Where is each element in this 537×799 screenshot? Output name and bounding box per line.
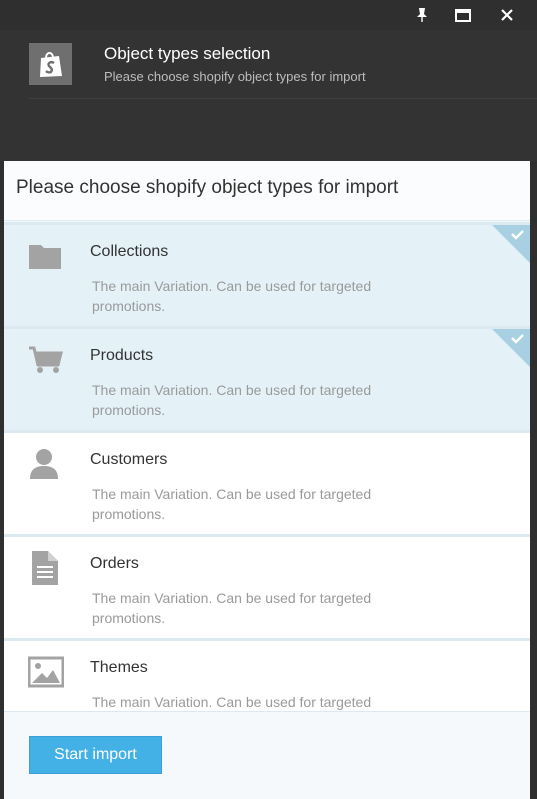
item-label: Products <box>90 347 154 364</box>
list-item-products[interactable]: Products The main Variation. Can be used… <box>4 326 530 430</box>
list-item-customers[interactable]: Customers The main Variation. Can be use… <box>4 430 530 534</box>
shopify-bag-icon <box>39 52 62 77</box>
item-description: The main Variation. Can be used for targ… <box>92 278 372 314</box>
header-subtitle: Please choose shopify object types for i… <box>104 69 366 84</box>
item-description: The main Variation. Can be used for targ… <box>92 694 372 710</box>
image-icon <box>28 656 64 688</box>
header-title: Object types selection <box>104 44 271 63</box>
shopify-logo <box>29 43 72 85</box>
object-type-list[interactable]: Collections The main Variation. Can be u… <box>4 222 530 711</box>
check-icon <box>492 225 530 263</box>
item-label: Orders <box>90 555 139 572</box>
header-divider <box>29 98 537 99</box>
maximize-icon <box>455 8 471 22</box>
check-icon <box>492 329 530 367</box>
window-titlebar <box>0 0 537 30</box>
panel-title-bar: Please choose shopify object types for i… <box>4 161 530 221</box>
wizard-footer: Start import <box>4 711 530 799</box>
item-description: The main Variation. Can be used for targ… <box>92 382 372 418</box>
document-icon <box>32 551 58 585</box>
panel-title: Please choose shopify object types for i… <box>16 177 399 198</box>
list-item-themes[interactable]: Themes The main Variation. Can be used f… <box>4 638 530 711</box>
item-description: The main Variation. Can be used for targ… <box>92 590 372 626</box>
close-icon <box>501 9 513 21</box>
pin-button[interactable] <box>409 4 435 26</box>
folder-icon <box>29 245 61 269</box>
start-import-button[interactable]: Start import <box>29 736 162 774</box>
selection-panel: Please choose shopify object types for i… <box>4 161 530 799</box>
user-icon <box>30 449 58 479</box>
item-label: Customers <box>90 451 168 468</box>
maximize-button[interactable] <box>450 4 476 26</box>
close-button[interactable] <box>494 4 520 26</box>
item-label: Collections <box>90 243 169 260</box>
pin-icon <box>417 8 427 22</box>
list-item-collections[interactable]: Collections The main Variation. Can be u… <box>4 222 530 326</box>
list-item-orders[interactable]: Orders The main Variation. Can be used f… <box>4 534 530 638</box>
item-label: Themes <box>90 659 148 676</box>
wizard-header: Object types selection Please choose sho… <box>0 30 537 161</box>
item-description: The main Variation. Can be used for targ… <box>92 486 372 522</box>
cart-icon <box>29 346 63 373</box>
